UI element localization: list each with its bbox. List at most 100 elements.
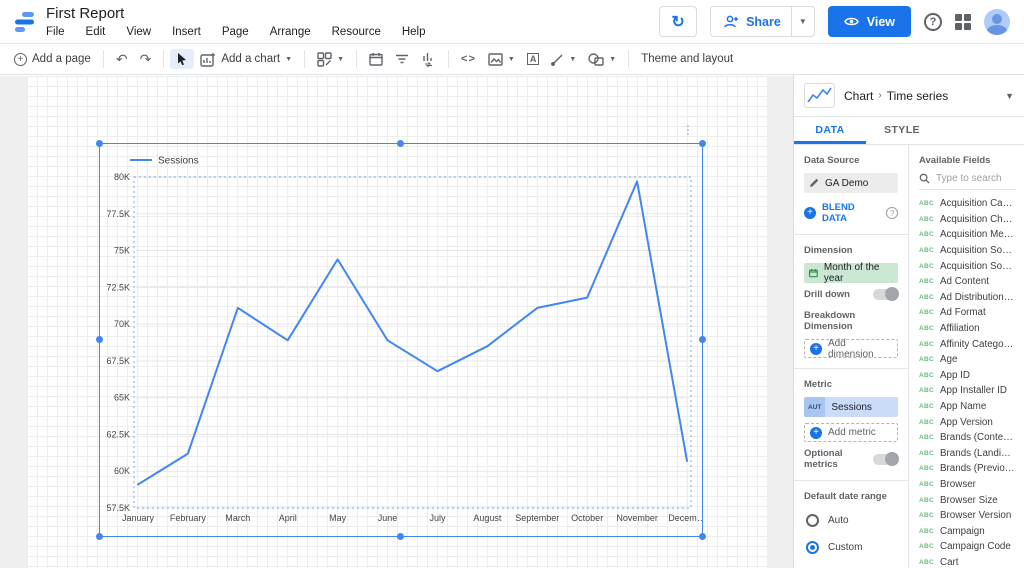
apps-grid-icon[interactable] xyxy=(955,13,971,30)
view-button[interactable]: View xyxy=(827,6,911,37)
menu-edit[interactable]: Edit xyxy=(86,26,106,38)
data-control-button[interactable] xyxy=(415,49,442,70)
menu-page[interactable]: Page xyxy=(222,26,249,38)
breakdown-dimension-label: Breakdown Dimension xyxy=(804,310,856,332)
undo-button[interactable]: ↶ xyxy=(110,48,134,71)
time-series-chart[interactable]: 80K 77.5K 75K 72.5K 70K 67.5K 65K 62.5K 60K 57.5K… xyxy=(100,144,705,536)
add-metric-plus-icon: + xyxy=(810,426,822,439)
date-range-option-custom[interactable]: Custom xyxy=(806,541,898,554)
breadcrumb-separator: › xyxy=(878,90,882,101)
share-menu-caret[interactable]: ▼ xyxy=(790,7,814,36)
add-metric-chip[interactable]: + Add metric xyxy=(804,423,898,442)
field-item[interactable]: ABC Brands (Content Group) xyxy=(919,430,1016,446)
field-item[interactable]: ABC Acquisition Source xyxy=(919,243,1016,259)
menu-help[interactable]: Help xyxy=(402,26,426,38)
radio-auto-label: Auto xyxy=(828,515,849,526)
field-item[interactable]: ABC Acquisition Channel xyxy=(919,212,1016,228)
date-range-option-auto[interactable]: Auto xyxy=(806,514,898,527)
menu-arrange[interactable]: Arrange xyxy=(270,26,311,38)
panel-header[interactable]: Chart › Time series ▼ xyxy=(794,75,1024,117)
field-item[interactable]: ABC Affiliation xyxy=(919,321,1016,337)
canvas-workspace[interactable]: 80K 77.5K 75K 72.5K 70K 67.5K 65K 62.5K 60K 57.5K… xyxy=(0,76,793,568)
refresh-button[interactable]: ↻ xyxy=(659,6,698,37)
url-embed-button[interactable]: <> xyxy=(455,50,482,68)
field-item[interactable]: ABC Browser Size xyxy=(919,492,1016,508)
field-item[interactable]: ABC App Name xyxy=(919,399,1016,415)
share-button[interactable]: Share ▼ xyxy=(710,6,815,37)
date-range-control-button[interactable] xyxy=(363,49,389,69)
resize-handle-bottom-left[interactable] xyxy=(96,533,103,540)
filter-control-button[interactable] xyxy=(389,50,415,68)
blend-data-button[interactable]: BLEND DATA xyxy=(822,202,880,224)
resize-handle-bottom-mid[interactable] xyxy=(397,533,404,540)
field-item[interactable]: ABC Acquisition Source / … xyxy=(919,258,1016,274)
field-item[interactable]: ABC Brands (Previous Con… xyxy=(919,461,1016,477)
help-icon[interactable]: ? xyxy=(924,12,942,31)
image-button[interactable]: ▼ xyxy=(482,50,521,69)
community-visualizations-button[interactable]: ▼ xyxy=(311,49,350,70)
field-item[interactable]: ABC App Version xyxy=(919,414,1016,430)
field-item[interactable]: ABC Acquisition Medium xyxy=(919,227,1016,243)
report-title[interactable]: First Report xyxy=(46,6,426,22)
field-search[interactable] xyxy=(919,173,1016,190)
field-item[interactable]: ABC App ID xyxy=(919,368,1016,384)
field-item[interactable]: ABC Campaign xyxy=(919,523,1016,539)
svg-text:75K: 75K xyxy=(114,246,130,256)
field-item[interactable]: ABC App Installer ID xyxy=(919,383,1016,399)
line-button[interactable]: ▼ xyxy=(545,50,582,69)
menu-resource[interactable]: Resource xyxy=(332,26,381,38)
field-item[interactable]: ABC Browser Version xyxy=(919,508,1016,524)
field-item[interactable]: ABC Age xyxy=(919,352,1016,368)
field-type-badge: ABC xyxy=(919,496,934,504)
user-avatar[interactable] xyxy=(984,8,1010,35)
chevron-down-icon[interactable]: ▼ xyxy=(1005,91,1014,101)
default-date-range-label: Default date range xyxy=(804,491,887,502)
resize-handle-mid-left[interactable] xyxy=(96,336,103,343)
resize-handle-bottom-right[interactable] xyxy=(699,533,706,540)
tab-data[interactable]: DATA xyxy=(794,117,866,144)
add-dimension-chip[interactable]: + Add dimension xyxy=(804,338,898,360)
metric-chip[interactable]: AUT Sessions xyxy=(804,397,898,417)
menu-file[interactable]: File xyxy=(46,26,65,38)
shape-button[interactable]: ▼ xyxy=(582,50,622,69)
field-item[interactable]: ABC Cart xyxy=(919,555,1016,568)
code-icon: <> xyxy=(461,53,476,65)
drill-down-toggle[interactable] xyxy=(873,287,899,301)
chart-widget[interactable]: 80K 77.5K 75K 72.5K 70K 67.5K 65K 62.5K 60K 57.5K… xyxy=(96,124,706,540)
field-item[interactable]: ABC Ad Format xyxy=(919,305,1016,321)
looker-studio-logo[interactable] xyxy=(12,9,38,35)
add-page-button[interactable]: + Add a page xyxy=(8,50,97,69)
data-source-chip[interactable]: GA Demo xyxy=(804,173,898,193)
svg-text:77.5K: 77.5K xyxy=(106,209,130,219)
field-item[interactable]: ABC Affinity Category (reac… xyxy=(919,336,1016,352)
field-item[interactable]: ABC Acquisition Campaign xyxy=(919,196,1016,212)
menu-insert[interactable]: Insert xyxy=(172,26,201,38)
share-button-main[interactable]: Share xyxy=(711,15,791,29)
field-item[interactable]: ABC Brands (Landing Cont… xyxy=(919,446,1016,462)
text-button[interactable]: A xyxy=(521,50,546,68)
tab-style[interactable]: STYLE xyxy=(866,117,938,144)
field-search-input[interactable] xyxy=(936,173,1016,184)
blend-help-icon[interactable]: ? xyxy=(886,207,898,219)
chart-options-grip[interactable]: ⋮ xyxy=(682,124,694,136)
radio-auto-icon[interactable] xyxy=(806,514,819,527)
report-page[interactable]: 80K 77.5K 75K 72.5K 70K 67.5K 65K 62.5K 60K 57.5K… xyxy=(27,76,768,568)
theme-layout-button[interactable]: Theme and layout xyxy=(635,50,739,68)
resize-handle-top-right[interactable] xyxy=(699,140,706,147)
radio-custom-icon[interactable] xyxy=(806,541,819,554)
dimension-chip[interactable]: Month of the year xyxy=(804,262,898,284)
menu-bar: File Edit View Insert Page Arrange Resou… xyxy=(46,26,426,38)
redo-button[interactable]: ↷ xyxy=(134,48,158,71)
field-item[interactable]: ABC Campaign Code xyxy=(919,539,1016,555)
select-tool-button[interactable] xyxy=(170,49,195,69)
field-item[interactable]: ABC Browser xyxy=(919,477,1016,493)
resize-handle-top-left[interactable] xyxy=(96,140,103,147)
field-item[interactable]: ABC Ad Distribution Netwo… xyxy=(919,290,1016,306)
field-item[interactable]: ABC Ad Content xyxy=(919,274,1016,290)
resize-handle-top-mid[interactable] xyxy=(397,140,404,147)
menu-view[interactable]: View xyxy=(126,26,151,38)
resize-handle-mid-right[interactable] xyxy=(699,336,706,343)
optional-metrics-toggle[interactable] xyxy=(873,451,899,466)
data-source-name: GA Demo xyxy=(825,177,869,189)
add-chart-button[interactable]: Add a chart ▼ xyxy=(194,49,298,70)
